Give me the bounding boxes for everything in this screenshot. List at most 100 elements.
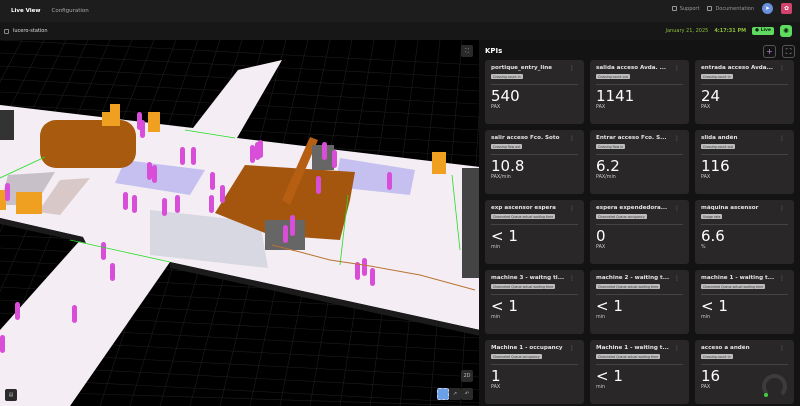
kpi-value: 1 <box>491 367 501 385</box>
divider <box>491 364 578 365</box>
kpi-value: 116 <box>701 157 730 175</box>
kpi-unit: PAX <box>701 105 711 110</box>
refresh-icon[interactable]: ✺ <box>780 25 792 37</box>
documentation-link[interactable]: Documentation <box>707 6 754 12</box>
kpi-badge-row: Crossing flow in <box>596 142 683 149</box>
more-options-icon[interactable]: ⋮ <box>674 345 680 352</box>
more-options-icon[interactable]: ⋮ <box>674 135 680 142</box>
person-marker <box>101 242 106 260</box>
3d-scene[interactable] <box>0 40 479 406</box>
kpi-unit: min <box>596 385 606 390</box>
person-marker <box>210 172 215 190</box>
kpi-value: < 1 <box>596 367 623 385</box>
kpi-unit: min <box>596 315 606 320</box>
kpi-card[interactable]: machine 1 - waiting t... ⋮ Channeled Que… <box>695 270 794 334</box>
kpi-type-badge: Channeled Queue actual waiting time <box>596 354 661 359</box>
station-selector[interactable]: lucero-station <box>4 28 48 34</box>
person-marker <box>362 258 367 276</box>
more-options-icon[interactable]: ⋮ <box>674 275 680 282</box>
2d-toggle-button[interactable]: 2D <box>461 370 473 382</box>
kpi-badge-row: Crossing count in <box>701 352 788 359</box>
rotate-button[interactable]: ↗ <box>449 388 461 400</box>
divider <box>701 364 788 365</box>
more-options-icon[interactable]: ⋮ <box>569 345 575 352</box>
kpi-card[interactable]: Machine 1 - waiting t... ⋮ Channeled Que… <box>590 340 689 404</box>
kpi-card[interactable]: machine 2 - waiting t... ⋮ Channeled Que… <box>590 270 689 334</box>
kpi-unit: min <box>491 245 501 250</box>
kpi-grid: portique_entry_line ⋮ Crossing count in … <box>485 60 794 404</box>
layers-button[interactable]: ▤ <box>5 389 17 401</box>
sidebar-toggle-icon[interactable] <box>4 28 9 34</box>
more-options-icon[interactable]: ⋮ <box>674 205 680 212</box>
kpi-unit: min <box>491 315 501 320</box>
kpi-value: < 1 <box>491 227 518 245</box>
kpi-badge-row: Crossing count out <box>701 142 788 149</box>
kpi-card-title: exp ascensor espera <box>491 205 556 211</box>
kpi-value: 6.6 <box>701 227 725 245</box>
more-options-icon[interactable]: ⋮ <box>569 135 575 142</box>
kpi-card[interactable]: Entrar acceso Fco. S... ⋮ Crossing flow … <box>590 130 689 194</box>
kpi-card[interactable]: portique_entry_line ⋮ Crossing count in … <box>485 60 584 124</box>
kpi-card[interactable]: salir acceso Fco. Soto ⋮ Crossing flow o… <box>485 130 584 194</box>
person-marker <box>322 142 327 160</box>
3d-viewport[interactable]: ⛶ ▤ 2D ↗ ↶ <box>0 40 479 406</box>
kpi-card[interactable]: entrada acceso Avda... ⋮ Crossing count … <box>695 60 794 124</box>
current-date: January 21, 2025 <box>665 28 709 34</box>
kpi-type-badge: Crossing flow out <box>491 144 523 149</box>
kpi-type-badge: Channeled Queue actual waiting time <box>491 284 556 289</box>
more-options-icon[interactable]: ⋮ <box>779 65 785 72</box>
kpi-card[interactable]: slida andén ⋮ Crossing count out 116 PAX <box>695 130 794 194</box>
more-options-icon[interactable]: ⋮ <box>569 275 575 282</box>
more-options-icon[interactable]: ⋮ <box>674 65 680 72</box>
person-marker <box>209 195 214 213</box>
person-marker <box>110 263 115 281</box>
divider <box>596 364 683 365</box>
kpi-type-badge: Crossing count in <box>491 74 523 79</box>
live-badge[interactable]: ● Live <box>752 27 774 35</box>
add-kpi-button[interactable]: + <box>763 45 776 58</box>
fullscreen-button[interactable]: ⛶ <box>461 45 473 57</box>
person-marker <box>140 120 145 138</box>
kpi-card[interactable]: exp ascensor espera ⋮ Channeled Queue ac… <box>485 200 584 264</box>
kpi-badge-row: Usage rate <box>701 212 788 219</box>
divider <box>701 84 788 85</box>
wall <box>0 110 14 140</box>
kpi-badge-row: Crossing count in <box>701 72 788 79</box>
kpi-badge-row: Crossing flow out <box>491 142 578 149</box>
kpi-card[interactable]: salida acceso Avda. ... ⋮ Crossing count… <box>590 60 689 124</box>
tab-configuration[interactable]: Configuration <box>51 8 88 15</box>
kpi-card[interactable]: máquina ascensor ⋮ Usage rate 6.6 % <box>695 200 794 264</box>
divider <box>491 294 578 295</box>
live-label: Live <box>760 28 771 34</box>
kpi-unit: PAX/min <box>596 175 616 180</box>
more-options-icon[interactable]: ⋮ <box>779 205 785 212</box>
more-options-icon[interactable]: ⋮ <box>779 345 785 352</box>
settings-icon[interactable]: ✿ <box>781 3 792 14</box>
more-options-icon[interactable]: ⋮ <box>779 275 785 282</box>
divider <box>491 84 578 85</box>
kpi-card[interactable]: acceso a andén ⋮ Crossing count in 16 PA… <box>695 340 794 404</box>
kpi-type-badge: Channeled Queue actual waiting time <box>491 214 556 219</box>
support-link[interactable]: Support <box>671 6 699 12</box>
kpi-card[interactable]: espera expendedora... ⋮ Channeled Queue … <box>590 200 689 264</box>
more-options-icon[interactable]: ⋮ <box>569 65 575 72</box>
kpi-value: < 1 <box>701 297 728 315</box>
camera-select-button[interactable] <box>437 388 449 400</box>
document-icon <box>707 6 713 11</box>
more-options-icon[interactable]: ⋮ <box>569 205 575 212</box>
user-avatar[interactable]: ➤ <box>762 3 773 14</box>
kpi-unit: PAX <box>491 385 501 390</box>
reset-view-button[interactable]: ↶ <box>461 388 473 400</box>
kpi-card[interactable]: Machine 1 - occupancy ⋮ Channeled Queue … <box>485 340 584 404</box>
kpi-card[interactable]: machine 3 - waitng ti... ⋮ Channeled Que… <box>485 270 584 334</box>
kpi-card-title: Machine 1 - occupancy <box>491 345 563 351</box>
kpi-unit: PAX <box>701 175 711 180</box>
kpi-type-badge: Channeled Queue occupancy <box>491 354 542 359</box>
tab-live-view[interactable]: Live View <box>11 8 40 15</box>
kpi-card-title: portique_entry_line <box>491 65 553 71</box>
kpi-badge-row: Channeled Queue actual waiting time <box>701 282 788 289</box>
person-marker <box>370 268 375 286</box>
kpi-value: < 1 <box>596 297 623 315</box>
more-options-icon[interactable]: ⋮ <box>779 135 785 142</box>
expand-button[interactable]: ⛶ <box>782 45 795 58</box>
